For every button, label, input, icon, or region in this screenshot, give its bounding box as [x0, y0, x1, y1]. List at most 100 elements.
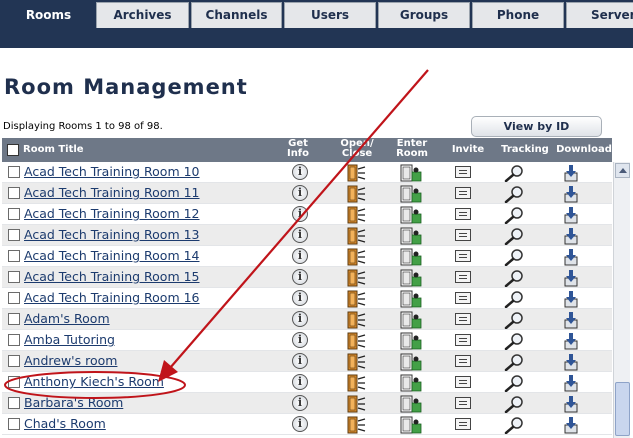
download-icon[interactable]: [563, 248, 579, 266]
invite-icon[interactable]: [455, 250, 471, 262]
enter-room-icon[interactable]: [400, 416, 424, 434]
open-close-cell[interactable]: [346, 248, 366, 266]
info-icon[interactable]: i: [292, 164, 308, 180]
tracking-cell[interactable]: [504, 164, 524, 183]
open-close-cell[interactable]: [346, 206, 366, 224]
row-checkbox[interactable]: [8, 292, 20, 304]
scroll-up-arrow-icon[interactable]: [615, 163, 630, 178]
door-icon[interactable]: [346, 332, 366, 350]
get-info-cell[interactable]: i: [290, 374, 310, 391]
row-checkbox[interactable]: [8, 271, 20, 283]
invite-cell[interactable]: [453, 353, 473, 370]
view-by-id-button[interactable]: View by ID: [471, 116, 602, 137]
download-cell[interactable]: [563, 227, 583, 245]
enter-room-icon[interactable]: [400, 395, 424, 413]
download-icon[interactable]: [563, 416, 579, 434]
magnifier-icon[interactable]: [504, 311, 526, 330]
tab-rooms[interactable]: Rooms: [3, 2, 94, 28]
enter-room-icon[interactable]: [400, 248, 424, 266]
invite-icon[interactable]: [455, 229, 471, 241]
enter-room-cell[interactable]: [400, 164, 422, 182]
enter-room-cell[interactable]: [400, 269, 422, 287]
row-checkbox[interactable]: [8, 313, 20, 325]
enter-room-cell[interactable]: [400, 185, 422, 203]
invite-icon[interactable]: [455, 208, 471, 220]
download-icon[interactable]: [563, 374, 579, 392]
get-info-cell[interactable]: i: [290, 269, 310, 286]
invite-cell[interactable]: [453, 416, 473, 433]
invite-cell[interactable]: [453, 164, 473, 181]
info-icon[interactable]: i: [292, 269, 308, 285]
tab-server[interactable]: Server: [566, 2, 633, 28]
room-title-link[interactable]: Amba Tutoring: [24, 332, 115, 347]
door-icon[interactable]: [346, 248, 366, 266]
open-close-cell[interactable]: [346, 395, 366, 413]
download-cell[interactable]: [563, 269, 583, 287]
tracking-cell[interactable]: [504, 332, 526, 351]
open-close-cell[interactable]: [346, 416, 366, 434]
row-checkbox[interactable]: [8, 166, 20, 178]
info-icon[interactable]: i: [292, 248, 308, 264]
info-icon[interactable]: i: [292, 206, 308, 222]
enter-room-icon[interactable]: [400, 374, 424, 392]
row-checkbox[interactable]: [8, 397, 20, 409]
download-cell[interactable]: [563, 164, 583, 182]
get-info-cell[interactable]: i: [290, 206, 310, 223]
download-cell[interactable]: [563, 206, 583, 224]
enter-room-cell[interactable]: [400, 248, 422, 266]
open-close-cell[interactable]: [346, 290, 366, 308]
tracking-cell[interactable]: [504, 353, 526, 372]
door-icon[interactable]: [346, 227, 366, 245]
column-room-title[interactable]: Room Title: [23, 145, 84, 155]
enter-room-icon[interactable]: [400, 185, 424, 203]
open-close-cell[interactable]: [346, 353, 366, 371]
room-title-link[interactable]: Adam's Room: [24, 311, 110, 326]
enter-room-icon[interactable]: [400, 269, 424, 287]
magnifier-icon[interactable]: [504, 269, 526, 288]
info-icon[interactable]: i: [292, 353, 308, 369]
download-icon[interactable]: [563, 311, 579, 329]
magnifier-icon[interactable]: [504, 248, 526, 267]
invite-icon[interactable]: [455, 355, 471, 367]
open-close-cell[interactable]: [346, 374, 366, 392]
tracking-cell[interactable]: [504, 374, 526, 393]
download-cell[interactable]: [563, 290, 583, 308]
info-icon[interactable]: i: [292, 332, 308, 348]
tracking-cell[interactable]: [504, 206, 524, 225]
scrollbar-thumb[interactable]: [615, 382, 630, 436]
open-close-cell[interactable]: [346, 311, 366, 329]
tab-users[interactable]: Users: [284, 2, 376, 28]
row-checkbox[interactable]: [8, 376, 20, 388]
enter-room-icon[interactable]: [400, 311, 424, 329]
magnifier-icon[interactable]: [504, 353, 526, 372]
enter-room-icon[interactable]: [400, 227, 424, 245]
tracking-cell[interactable]: [504, 290, 524, 309]
info-icon[interactable]: i: [292, 290, 308, 306]
door-icon[interactable]: [346, 290, 366, 308]
get-info-cell[interactable]: i: [290, 185, 310, 202]
download-cell[interactable]: [563, 374, 583, 392]
tracking-cell[interactable]: [504, 269, 526, 288]
open-close-cell[interactable]: [346, 185, 366, 203]
door-icon[interactable]: [346, 416, 366, 434]
enter-room-cell[interactable]: [400, 290, 422, 308]
magnifier-icon[interactable]: [504, 374, 526, 393]
tracking-cell[interactable]: [504, 311, 526, 330]
download-icon[interactable]: [563, 353, 579, 371]
door-icon[interactable]: [346, 374, 366, 392]
get-info-cell[interactable]: i: [290, 353, 310, 370]
vertical-scrollbar[interactable]: [613, 162, 630, 438]
download-cell[interactable]: [563, 395, 583, 413]
enter-room-icon[interactable]: [400, 164, 424, 182]
room-title-link[interactable]: Acad Tech Training Room 14: [24, 248, 200, 263]
room-title-link[interactable]: Chad's Room: [24, 416, 106, 431]
enter-room-cell[interactable]: [400, 206, 422, 224]
invite-cell[interactable]: [453, 332, 473, 349]
enter-room-icon[interactable]: [400, 206, 424, 224]
door-icon[interactable]: [346, 353, 366, 371]
magnifier-icon[interactable]: [504, 332, 526, 351]
room-title-link[interactable]: Anthony Kiech's Room: [24, 374, 164, 389]
door-icon[interactable]: [346, 185, 366, 203]
invite-icon[interactable]: [455, 271, 471, 283]
room-title-link[interactable]: Acad Tech Training Room 12: [24, 206, 200, 221]
